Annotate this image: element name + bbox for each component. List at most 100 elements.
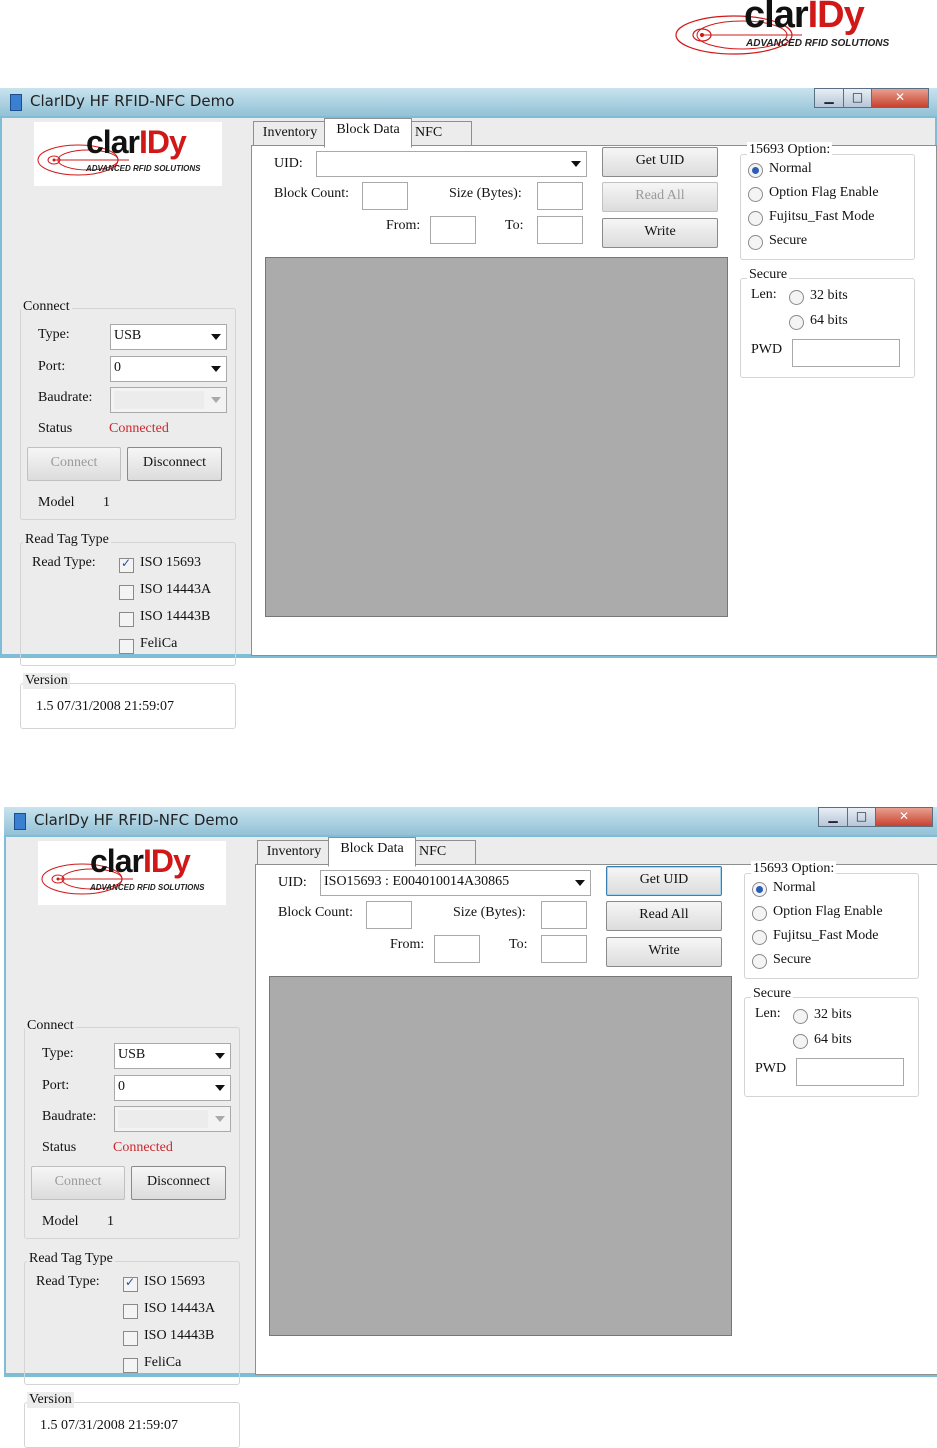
len-32-radio[interactable] (793, 1009, 808, 1024)
from-field[interactable] (434, 935, 480, 963)
iso14443a-checkbox[interactable] (119, 585, 134, 600)
normal-radio[interactable] (752, 882, 767, 897)
get-uid-button[interactable]: Get UID (602, 147, 718, 177)
maximize-button[interactable]: □ (843, 88, 872, 108)
close-button[interactable]: ✕ (875, 807, 933, 827)
iso15693-checkbox[interactable] (123, 1275, 138, 1292)
status-label: Status (42, 1140, 77, 1155)
uid-select[interactable] (316, 151, 587, 177)
block-count-field[interactable] (366, 901, 412, 929)
connect-button[interactable]: Connect (31, 1166, 125, 1200)
left-panel: clarIDy ADVANCED RFID SOLUTIONS Connect … (2, 118, 242, 729)
baudrate-label: Baudrate: (38, 390, 93, 405)
block-data-display (269, 976, 732, 1336)
get-uid-button[interactable]: Get UID (606, 866, 722, 896)
felica-checkbox[interactable] (123, 1358, 138, 1373)
secure-radio[interactable] (752, 954, 767, 969)
connect-group-label: Connect (25, 1018, 76, 1034)
iso15693-checkbox[interactable] (119, 556, 134, 573)
len-32-radio[interactable] (789, 290, 804, 305)
version-value: 1.5 07/31/2008 21:59:07 (40, 1418, 179, 1433)
pwd-label: PWD (755, 1061, 787, 1076)
iso14443b-label: ISO 14443B (140, 609, 211, 624)
close-button[interactable]: ✕ (871, 88, 929, 108)
title-bar[interactable]: ClarIDy HF RFID-NFC Demo ▁ □ ✕ (4, 807, 937, 835)
page-logo: clarIDy ADVANCED RFID SOLUTIONS (672, 0, 937, 62)
app-window: ClarIDy HF RFID-NFC Demo ▁ □ ✕ clarIDy A… (4, 807, 937, 1448)
iso14443b-label: ISO 14443B (144, 1328, 215, 1343)
secure-radio[interactable] (748, 235, 763, 250)
fujitsu-fast-mode-radio[interactable] (752, 930, 767, 945)
connect-button[interactable]: Connect (27, 447, 121, 481)
fujitsu-fast-mode-radio[interactable] (748, 211, 763, 226)
len-64-radio[interactable] (793, 1034, 808, 1049)
model-label: Model (38, 495, 75, 510)
type-select[interactable]: USB (114, 1043, 231, 1069)
read-tag-type-group-label: Read Tag Type (27, 1251, 115, 1267)
maximize-button[interactable]: □ (847, 807, 876, 827)
chevron-down-icon (575, 880, 585, 886)
baudrate-select[interactable] (114, 1106, 231, 1132)
len-label: Len: (751, 287, 777, 302)
option-flag-enable-radio[interactable] (748, 187, 763, 202)
iso14443a-checkbox[interactable] (123, 1304, 138, 1319)
len-64-radio[interactable] (789, 315, 804, 330)
pwd-field[interactable] (796, 1058, 904, 1086)
to-field[interactable] (541, 935, 587, 963)
type-select[interactable]: USB (110, 324, 227, 350)
disconnect-button[interactable]: Disconnect (127, 447, 222, 481)
normal-radio[interactable] (748, 163, 763, 178)
iso14443b-checkbox[interactable] (123, 1331, 138, 1346)
tab-block-data[interactable]: Block Data (324, 118, 412, 148)
pwd-field[interactable] (792, 339, 900, 367)
chevron-down-icon (215, 1085, 225, 1091)
option-flag-enable-radio[interactable] (752, 906, 767, 921)
read-all-button[interactable]: Read All (602, 182, 718, 212)
secure-label: Secure (769, 233, 808, 248)
port-select[interactable]: 0 (114, 1075, 231, 1101)
logo-wordmark: clarIDy (744, 0, 865, 36)
from-label: From: (390, 937, 425, 952)
pwd-label: PWD (751, 342, 783, 357)
port-select[interactable]: 0 (110, 356, 227, 382)
tab-block-data[interactable]: Block Data (328, 837, 416, 867)
len-64-label: 64 bits (814, 1032, 852, 1047)
read-all-button[interactable]: Read All (606, 901, 722, 931)
size-field[interactable] (541, 901, 587, 929)
type-label: Type: (42, 1046, 74, 1061)
tab-inventory[interactable]: Inventory (257, 840, 331, 866)
fujitsu-fast-mode-label: Fujitsu_Fast Mode (773, 928, 879, 943)
option-15693-group-label: 15693 Option: (751, 861, 837, 877)
len-32-label: 32 bits (810, 288, 848, 303)
minimize-button[interactable]: ▁ (818, 807, 848, 827)
app-icon (14, 813, 26, 830)
iso15693-label: ISO 15693 (140, 555, 202, 570)
size-field[interactable] (537, 182, 583, 210)
write-button[interactable]: Write (606, 937, 722, 967)
felica-checkbox[interactable] (119, 639, 134, 654)
window-host: ClarIDy HF RFID-NFC Demo ▁ □ ✕ clarIDy A… (0, 88, 937, 729)
tab-inventory[interactable]: Inventory (253, 121, 327, 147)
from-field[interactable] (430, 216, 476, 244)
baudrate-label: Baudrate: (42, 1109, 97, 1124)
tab-nfc[interactable]: NFC (413, 840, 476, 866)
iso14443b-checkbox[interactable] (119, 612, 134, 627)
write-button[interactable]: Write (602, 218, 718, 248)
normal-label: Normal (773, 880, 816, 895)
window-host: ClarIDy HF RFID-NFC Demo ▁ □ ✕ clarIDy A… (4, 807, 937, 1448)
len-32-label: 32 bits (814, 1007, 852, 1022)
block-count-label: Block Count: (278, 905, 354, 920)
iso15693-label: ISO 15693 (144, 1274, 206, 1289)
disconnect-button[interactable]: Disconnect (131, 1166, 226, 1200)
to-field[interactable] (537, 216, 583, 244)
uid-label: UID: (278, 875, 307, 890)
title-bar[interactable]: ClarIDy HF RFID-NFC Demo ▁ □ ✕ (0, 88, 937, 116)
baudrate-select[interactable] (110, 387, 227, 413)
tab-nfc[interactable]: NFC (409, 121, 472, 147)
uid-select[interactable]: ISO15693 : E004010014A30865 (320, 870, 591, 896)
iso14443a-label: ISO 14443A (140, 582, 212, 597)
len-64-label: 64 bits (810, 313, 848, 328)
block-count-field[interactable] (362, 182, 408, 210)
minimize-button[interactable]: ▁ (814, 88, 844, 108)
block-data-display (265, 257, 728, 617)
